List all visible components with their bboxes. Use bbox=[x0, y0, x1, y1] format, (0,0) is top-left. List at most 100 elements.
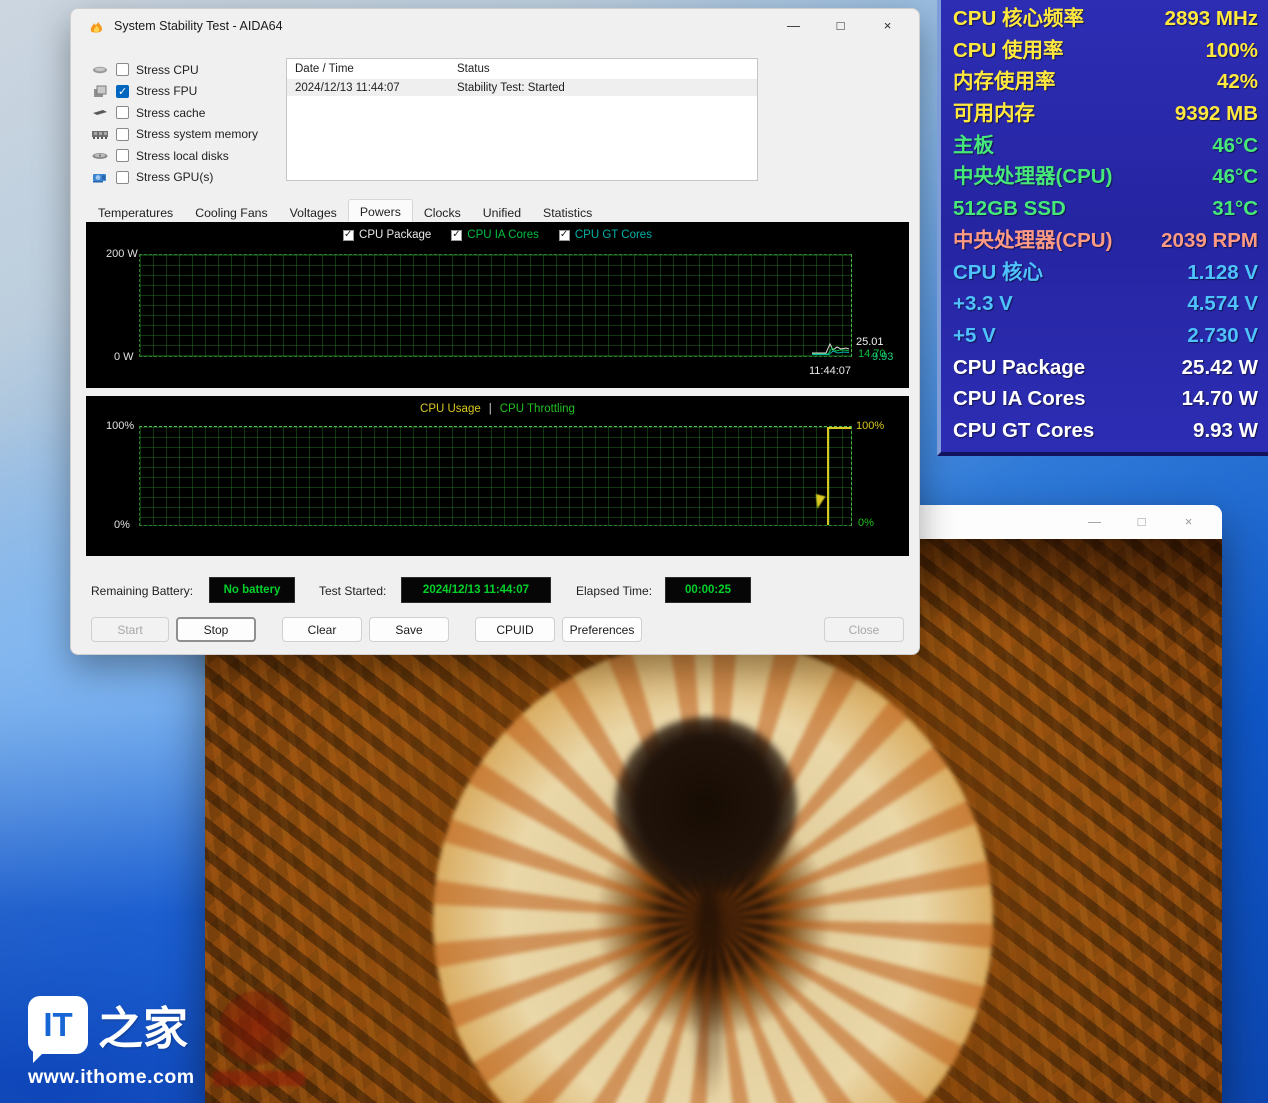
sensor-label: CPU GT Cores bbox=[953, 416, 1094, 446]
preferences-button[interactable]: Preferences bbox=[562, 617, 642, 642]
log-column-datetime[interactable]: Date / Time bbox=[287, 63, 449, 75]
maximize-icon[interactable]: □ bbox=[817, 9, 864, 43]
sensor-panel: CPU 核心频率2893 MHz CPU 使用率100% 内存使用率42% 可用… bbox=[937, 0, 1268, 456]
start-button[interactable]: Start bbox=[91, 617, 169, 642]
close-icon[interactable]: × bbox=[864, 9, 911, 43]
sensor-label: CPU 使用率 bbox=[953, 36, 1063, 66]
sensor-row: 中央处理器(CPU) 46°C bbox=[953, 162, 1258, 192]
gpu-icon bbox=[91, 172, 109, 183]
sensor-row: +5 V 2.730 V bbox=[953, 321, 1258, 351]
cache-icon bbox=[91, 108, 109, 117]
close-icon[interactable]: × bbox=[1165, 505, 1212, 539]
save-button[interactable]: Save bbox=[369, 617, 449, 642]
sensor-row: 可用内存9392 MB bbox=[953, 99, 1258, 129]
minimize-icon[interactable]: — bbox=[770, 9, 817, 43]
power-chart-legend: CPU Package CPU IA Cores CPU GT Cores bbox=[86, 229, 909, 241]
fractal-eye-streak bbox=[695, 889, 723, 1103]
sensor-row: 中央处理器(CPU)2039 RPM bbox=[953, 226, 1258, 256]
aida64-app-icon bbox=[88, 18, 105, 34]
log-row[interactable]: 2024/12/13 11:44:07 Stability Test: Star… bbox=[287, 80, 757, 96]
red-logo-watermark-text bbox=[213, 1071, 305, 1086]
legend-checkbox[interactable] bbox=[343, 230, 354, 241]
sensor-value: 4.574 V bbox=[1187, 289, 1258, 319]
sensor-label: +3.3 V bbox=[953, 289, 1013, 319]
usage-chart-title: CPU Usage | CPU Throttling bbox=[86, 403, 909, 415]
legend-cpu-ia-cores[interactable]: CPU IA Cores bbox=[451, 229, 539, 241]
sensor-value: 2893 MHz bbox=[1165, 4, 1258, 34]
usage-title: CPU Usage bbox=[420, 403, 481, 415]
sensor-row: 主板46°C bbox=[953, 131, 1258, 161]
stress-fpu-label: Stress FPU bbox=[136, 84, 197, 98]
x-axis-time-label: 11:44:07 bbox=[809, 365, 851, 377]
fpu-icon bbox=[91, 85, 109, 98]
legend-cpu-gt-cores[interactable]: CPU GT Cores bbox=[559, 229, 652, 241]
sensor-label: CPU IA Cores bbox=[953, 384, 1086, 414]
stop-button[interactable]: Stop bbox=[176, 617, 256, 642]
stress-cache-row[interactable]: Stress cache bbox=[91, 102, 258, 124]
titlebar[interactable]: System Stability Test - AIDA64 — □ × bbox=[71, 9, 919, 43]
sensor-row: CPU GT Cores 9.93 W bbox=[953, 416, 1258, 446]
legend-cpu-package[interactable]: CPU Package bbox=[343, 229, 431, 241]
sensor-value: 2.730 V bbox=[1187, 321, 1258, 351]
battery-display: No battery bbox=[209, 577, 295, 603]
y-axis-min-label: 0 W bbox=[114, 351, 134, 363]
stress-cpu-row[interactable]: Stress CPU bbox=[91, 59, 258, 81]
sensor-row: CPU Package25.42 W bbox=[953, 353, 1258, 383]
stress-disks-label: Stress local disks bbox=[136, 149, 229, 163]
stress-cache-checkbox[interactable] bbox=[116, 106, 129, 119]
log-row-status: Stability Test: Started bbox=[449, 82, 565, 94]
sensor-label: 中央处理器(CPU) bbox=[953, 162, 1112, 192]
stability-test-window: System Stability Test - AIDA64 — □ × Str… bbox=[70, 8, 920, 655]
cpu-icon bbox=[91, 64, 109, 76]
power-spike bbox=[812, 333, 850, 355]
stress-cpu-checkbox[interactable] bbox=[116, 63, 129, 76]
y-axis-max-label: 100% bbox=[106, 420, 134, 432]
stress-memory-row[interactable]: Stress system memory bbox=[91, 124, 258, 146]
test-started-display: 2024/12/13 11:44:07 bbox=[401, 577, 551, 603]
stress-fpu-checkbox[interactable] bbox=[116, 85, 129, 98]
y-axis-max-label: 200 W bbox=[106, 248, 138, 260]
cpuid-button[interactable]: CPUID bbox=[475, 617, 555, 642]
disk-icon bbox=[91, 151, 109, 161]
memory-icon bbox=[91, 130, 109, 139]
sensor-label: 内存使用率 bbox=[953, 67, 1056, 97]
stress-memory-checkbox[interactable] bbox=[116, 128, 129, 141]
throttling-current-value: 0% bbox=[858, 517, 874, 529]
test-started-label: Test Started: bbox=[319, 584, 386, 598]
stress-fpu-row[interactable]: Stress FPU bbox=[91, 81, 258, 103]
fractal-eye-pupil bbox=[615, 717, 797, 893]
stress-memory-label: Stress system memory bbox=[136, 127, 258, 141]
stress-gpu-checkbox[interactable] bbox=[116, 171, 129, 184]
sensor-value: 2039 RPM bbox=[1161, 226, 1258, 256]
sensor-label: 可用内存 bbox=[953, 99, 1035, 129]
stress-disks-checkbox[interactable] bbox=[116, 149, 129, 162]
legend-checkbox[interactable] bbox=[451, 230, 462, 241]
stress-gpu-row[interactable]: Stress GPU(s) bbox=[91, 167, 258, 189]
sensor-label: CPU 核心频率 bbox=[953, 4, 1084, 34]
title-separator: | bbox=[489, 403, 492, 415]
red-logo-watermark bbox=[219, 991, 293, 1065]
clear-button[interactable]: Clear bbox=[282, 617, 362, 642]
log-column-status[interactable]: Status bbox=[449, 63, 490, 75]
legend-checkbox[interactable] bbox=[559, 230, 570, 241]
sensor-value: 9.93 W bbox=[1193, 416, 1258, 446]
stress-disks-row[interactable]: Stress local disks bbox=[91, 145, 258, 167]
log-header: Date / Time Status bbox=[287, 59, 757, 80]
sensor-row: CPU 核心频率 2893 MHz bbox=[953, 4, 1258, 34]
close-button[interactable]: Close bbox=[824, 617, 904, 642]
sensor-value: 46°C bbox=[1212, 162, 1258, 192]
sensor-label: 512GB SSD bbox=[953, 194, 1066, 224]
maximize-icon[interactable]: □ bbox=[1118, 505, 1165, 539]
minimize-icon[interactable]: — bbox=[1071, 505, 1118, 539]
sensor-label: +5 V bbox=[953, 321, 996, 351]
sensor-value: 1.128 V bbox=[1187, 258, 1258, 288]
power-chart: CPU Package CPU IA Cores CPU GT Cores 20… bbox=[86, 222, 909, 388]
sensor-row: CPU 核心1.128 V bbox=[953, 258, 1258, 288]
sensor-row: +3.3 V 4.574 V bbox=[953, 289, 1258, 319]
stress-gpu-label: Stress GPU(s) bbox=[136, 170, 213, 184]
sensor-row: 内存使用率42% bbox=[953, 67, 1258, 97]
y-axis-min-label: 0% bbox=[114, 519, 130, 531]
ithome-logo-cn: 之家 bbox=[98, 992, 188, 1057]
test-log-list[interactable]: Date / Time Status 2024/12/13 11:44:07 S… bbox=[286, 58, 758, 181]
sensor-label: CPU Package bbox=[953, 353, 1085, 383]
